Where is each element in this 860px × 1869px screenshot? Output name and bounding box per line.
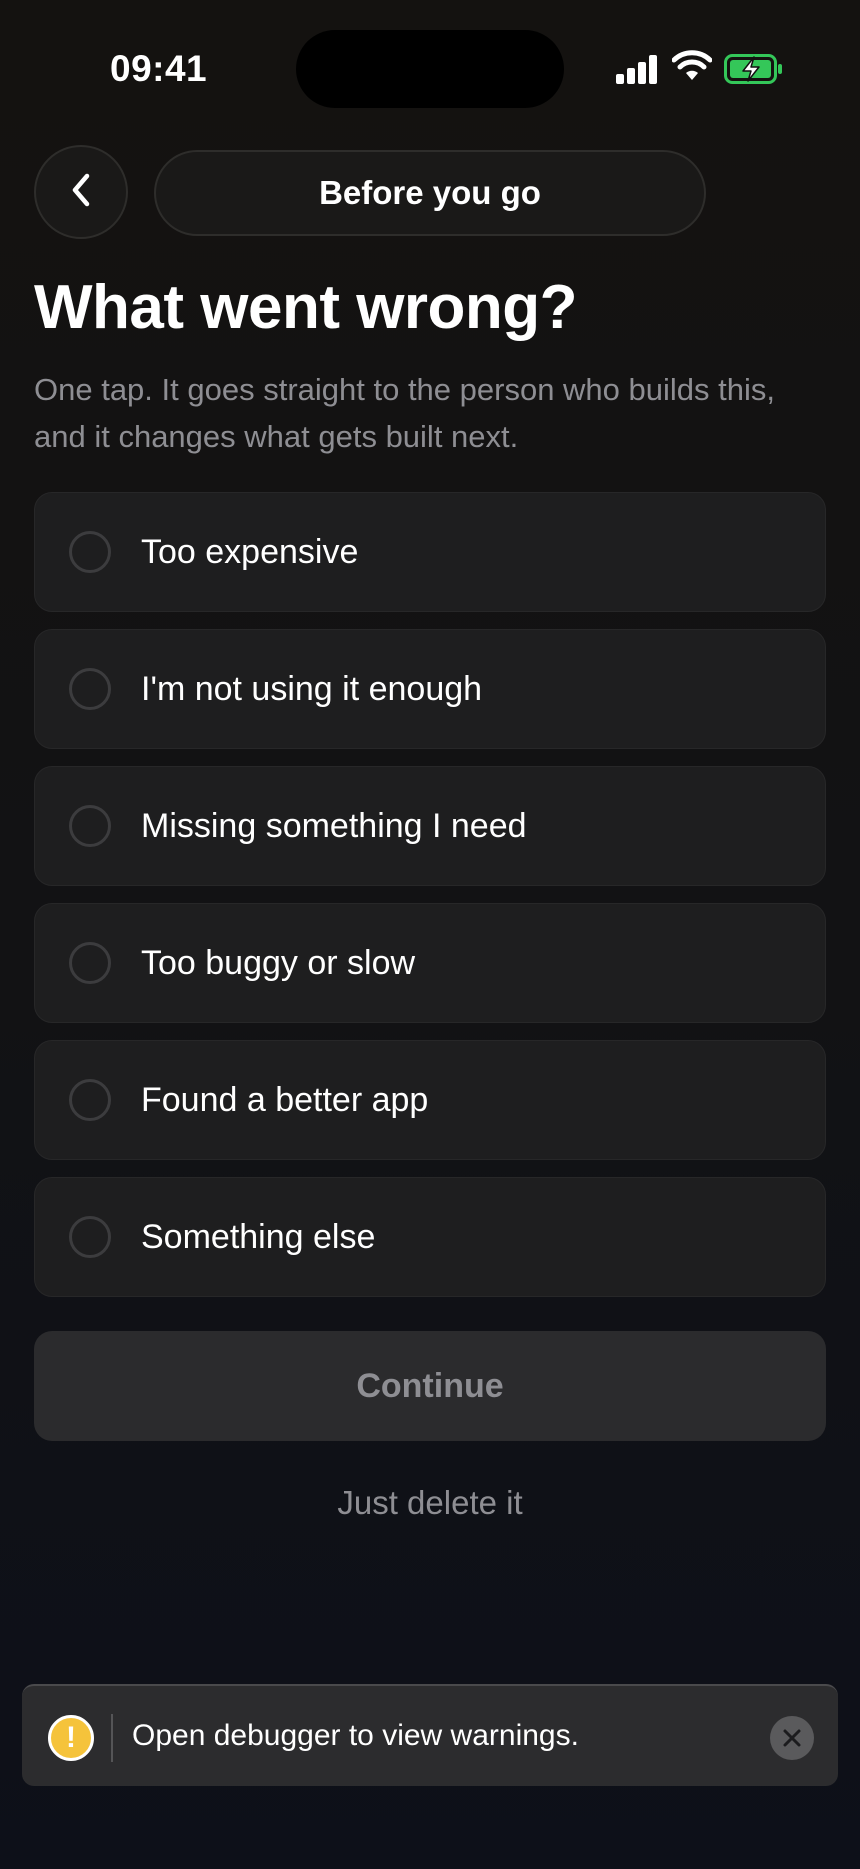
close-icon[interactable] (770, 1716, 814, 1760)
status-time: 09:41 (110, 48, 208, 89)
debugger-toast[interactable]: ! Open debugger to view warnings. (22, 1684, 838, 1786)
toast-message: Open debugger to view warnings. (132, 1719, 579, 1752)
page-title: What went wrong? (34, 273, 578, 342)
battery-charging-icon (724, 54, 784, 84)
option-label: Too buggy or slow (141, 943, 416, 982)
option-not-using-enough[interactable]: I'm not using it enough (34, 629, 826, 749)
cellular-signal-icon (616, 54, 658, 84)
radio-button[interactable] (69, 668, 111, 710)
option-something-else[interactable]: Something else (34, 1177, 826, 1297)
radio-button[interactable] (69, 1216, 111, 1258)
page-subtitle: One tap. It goes straight to the person … (34, 372, 775, 454)
option-label: Too expensive (141, 532, 359, 571)
option-label: Found a better app (141, 1080, 429, 1119)
option-better-app[interactable]: Found a better app (34, 1040, 826, 1160)
toast-divider (111, 1714, 113, 1762)
option-label: Missing something I need (141, 806, 527, 845)
option-too-buggy[interactable]: Too buggy or slow (34, 903, 826, 1023)
radio-button[interactable] (69, 942, 111, 984)
back-button[interactable] (34, 145, 128, 239)
option-missing-something[interactable]: Missing something I need (34, 766, 826, 886)
dynamic-island (296, 30, 564, 108)
radio-button[interactable] (69, 531, 111, 573)
wifi-icon (671, 50, 713, 84)
just-delete-link[interactable]: Just delete it (0, 1484, 860, 1522)
radio-button[interactable] (69, 805, 111, 847)
status-bar: 09:41 (0, 0, 860, 130)
chevron-left-icon (67, 170, 95, 215)
option-label: Something else (141, 1217, 376, 1256)
warning-icon: ! (48, 1715, 94, 1761)
reason-options-list: Too expensive I'm not using it enough Mi… (34, 492, 826, 1314)
option-too-expensive[interactable]: Too expensive (34, 492, 826, 612)
option-label: I'm not using it enough (141, 669, 483, 708)
continue-button[interactable]: Continue (34, 1331, 826, 1441)
radio-button[interactable] (69, 1079, 111, 1121)
header-title: Before you go (154, 150, 706, 236)
